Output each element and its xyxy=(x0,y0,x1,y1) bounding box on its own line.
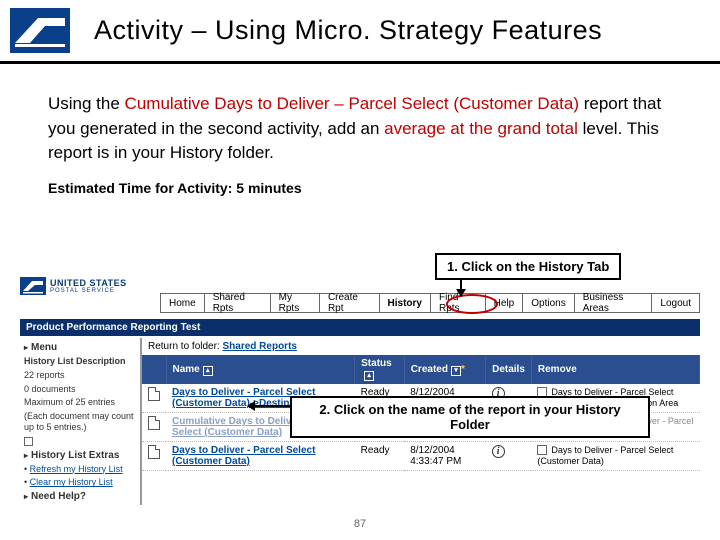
sidebar-help-header[interactable]: Need Help? xyxy=(24,491,136,502)
col-status[interactable]: Status▴ xyxy=(355,355,405,384)
slide-title: Activity – Using Micro. Strategy Feature… xyxy=(94,15,602,46)
created-cell: 8/12/2004 4:33:47 PM xyxy=(404,442,485,471)
app-screenshot: UNITED STATES POSTAL SERVICE Home Shared… xyxy=(20,275,700,475)
col-created[interactable]: Created▾* xyxy=(404,355,485,384)
nav-history[interactable]: History xyxy=(380,293,431,313)
callout-step-1: 1. Click on the History Tab xyxy=(435,253,621,280)
sidebar: Menu History List Description 22 reports… xyxy=(20,338,140,505)
nav-logout[interactable]: Logout xyxy=(652,293,700,313)
history-highlight-icon xyxy=(446,294,498,314)
nav-business-areas[interactable]: Business Areas xyxy=(575,293,653,313)
col-name[interactable]: Name▴ xyxy=(166,355,355,384)
nav-options[interactable]: Options xyxy=(523,293,574,313)
table-row: Days to Deliver - Parcel Select (Custome… xyxy=(142,442,700,471)
info-icon[interactable]: i xyxy=(492,445,505,458)
history-desc-line: 22 reports xyxy=(24,370,136,381)
history-desc-line: 0 documents xyxy=(24,384,136,395)
report-link[interactable]: Days to Deliver - Parcel Select (Custome… xyxy=(172,445,315,467)
nav-create-rpt[interactable]: Create Rpt xyxy=(320,293,380,313)
status-cell: Ready xyxy=(355,442,405,471)
document-icon xyxy=(148,445,160,459)
sidebar-extras-header[interactable]: History List Extras xyxy=(24,450,136,461)
usps-mini-logo xyxy=(20,277,46,295)
brand-text: UNITED STATES POSTAL SERVICE xyxy=(50,278,127,294)
clear-history-link[interactable]: Clear my History List xyxy=(30,477,113,487)
arrow-icon xyxy=(248,405,290,407)
history-desc-line: Maximum of 25 entries xyxy=(24,397,136,408)
nav-shared-rpts[interactable]: Shared Rpts xyxy=(205,293,271,313)
estimated-time: Estimated Time for Activity: 5 minutes xyxy=(0,166,720,202)
page-number: 87 xyxy=(0,518,720,530)
col-remove: Remove xyxy=(531,355,699,384)
remove-checkbox[interactable] xyxy=(537,445,547,455)
document-icon xyxy=(148,387,160,401)
document-icon xyxy=(148,416,160,430)
checkbox-icon[interactable] xyxy=(24,437,33,446)
return-link[interactable]: Shared Reports xyxy=(223,341,297,352)
refresh-history-link[interactable]: Refresh my History List xyxy=(30,464,123,474)
top-nav: Home Shared Rpts My Rpts Create Rpt Hist… xyxy=(160,293,700,313)
nav-home[interactable]: Home xyxy=(160,293,205,313)
instruction-text: Using the Cumulative Days to Deliver – P… xyxy=(0,64,720,166)
nav-my-rpts[interactable]: My Rpts xyxy=(271,293,320,313)
sidebar-menu-header[interactable]: Menu xyxy=(24,342,136,353)
return-row: Return to folder: Shared Reports xyxy=(142,338,700,355)
history-desc-line: (Each document may count up to 5 entries… xyxy=(24,411,136,433)
col-details: Details xyxy=(486,355,532,384)
breadcrumb: Product Performance Reporting Test xyxy=(20,319,700,336)
history-desc-header: History List Description xyxy=(24,356,136,367)
usps-logo xyxy=(10,8,70,53)
callout-step-2: 2. Click on the name of the report in yo… xyxy=(290,396,650,438)
